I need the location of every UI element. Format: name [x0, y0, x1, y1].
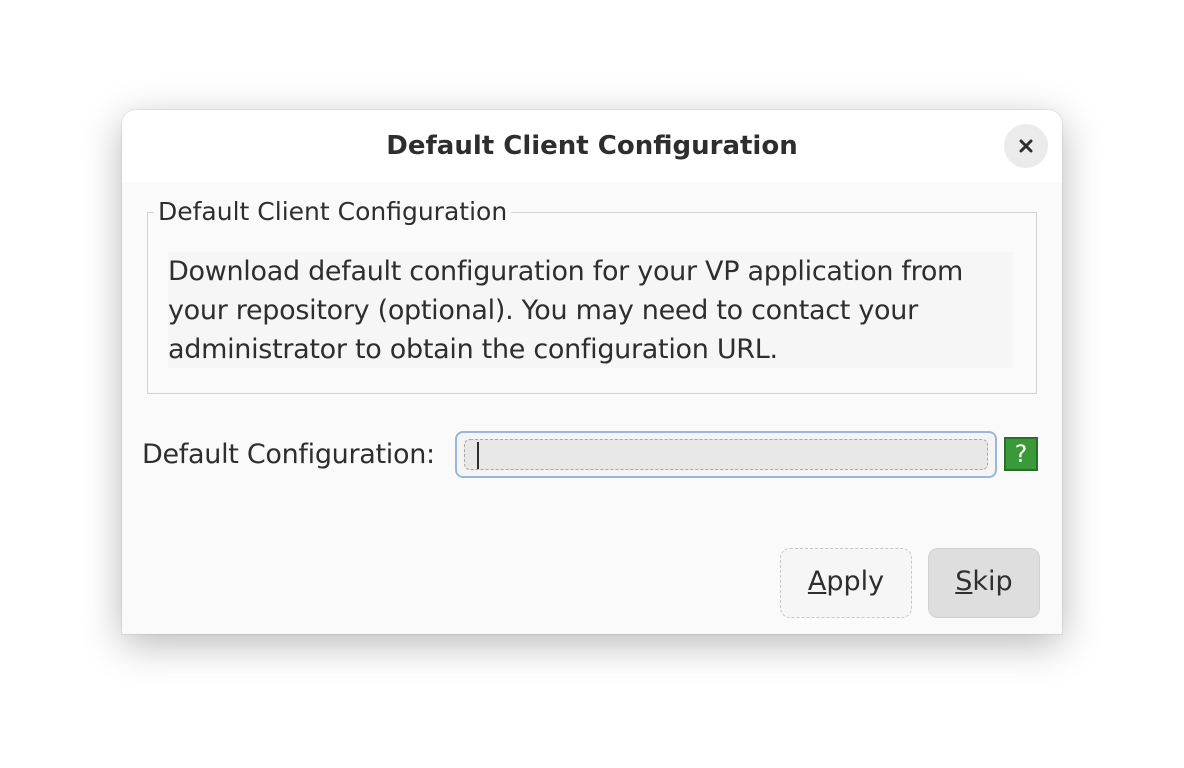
skip-button[interactable]: Skip	[928, 548, 1040, 618]
default-configuration-label: Default Configuration:	[142, 439, 435, 470]
text-caret	[477, 442, 479, 469]
close-button[interactable]	[1004, 124, 1048, 168]
help-icon: ?	[1014, 440, 1028, 468]
default-client-configuration-dialog: Default Client Configuration Default Cli…	[122, 110, 1062, 634]
apply-mnemonic: A	[807, 566, 827, 597]
apply-button[interactable]: Apply	[780, 548, 912, 618]
apply-label: pply	[826, 566, 885, 597]
title-bar: Default Client Configuration	[122, 110, 1062, 182]
close-icon	[1019, 139, 1033, 153]
group-legend: Default Client Configuration	[154, 196, 512, 228]
default-configuration-input[interactable]	[464, 439, 988, 470]
default-configuration-input-frame	[455, 431, 997, 478]
dialog-title: Default Client Configuration	[386, 131, 798, 161]
group-description: Download default configuration for your …	[168, 252, 1013, 368]
description-line: Download default configuration for your …	[168, 256, 964, 287]
help-button[interactable]: ?	[1004, 437, 1038, 471]
description-line: your repository (optional). You may need…	[168, 295, 918, 326]
skip-label: kip	[972, 566, 1013, 597]
description-line: administrator to obtain the configuratio…	[168, 334, 778, 365]
skip-mnemonic: S	[955, 566, 973, 597]
